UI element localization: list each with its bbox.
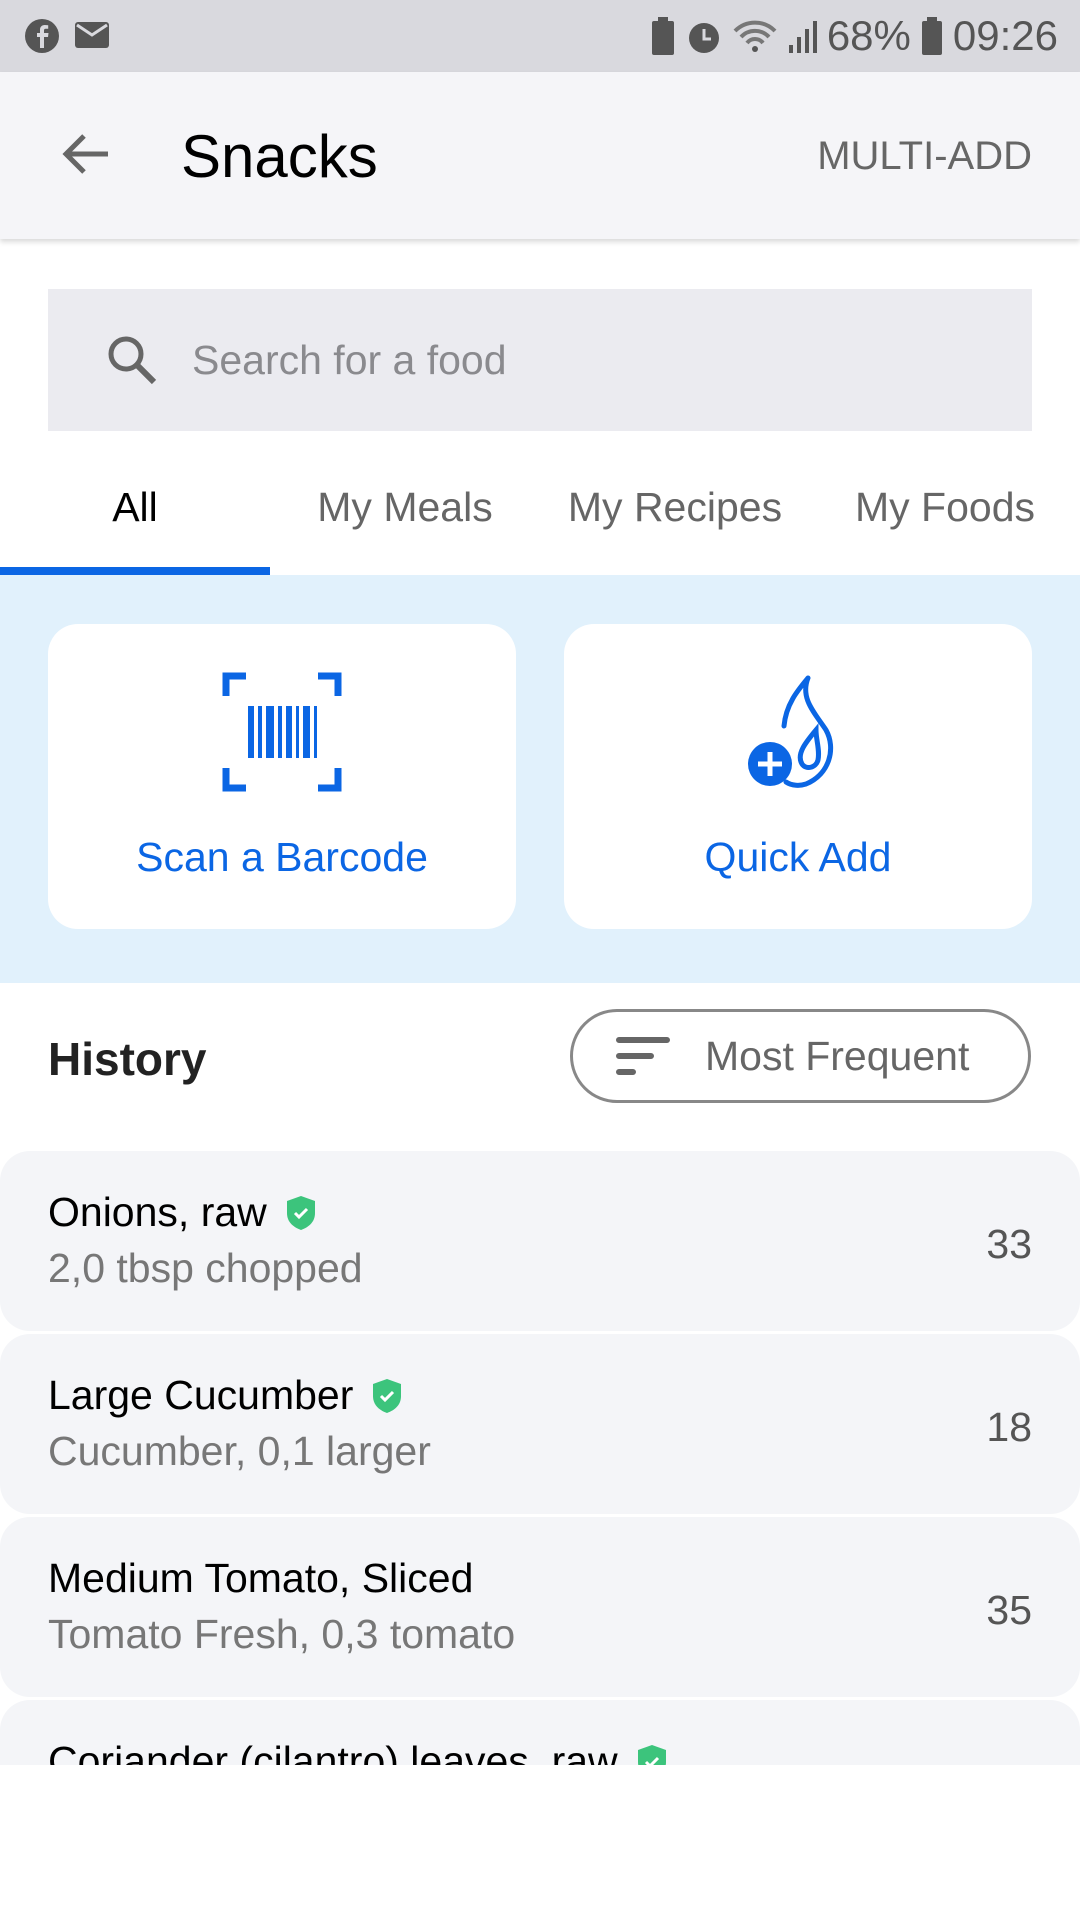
search-icon [108, 336, 157, 385]
food-calories: 33 [986, 1221, 1032, 1267]
scan-barcode-button[interactable]: Scan a Barcode [48, 624, 516, 929]
wifi-icon [733, 20, 777, 52]
quick-add-button[interactable]: Quick Add [564, 624, 1032, 929]
history-list: Onions, raw 2,0 tbsp chopped 33 Large Cu… [0, 1151, 1080, 1765]
verified-icon [637, 1744, 666, 1765]
sort-button[interactable]: Most Frequent [570, 1009, 1031, 1103]
verified-icon [286, 1195, 315, 1230]
back-arrow-icon[interactable] [56, 124, 116, 184]
signal-icon [788, 21, 817, 53]
food-name: Onions, raw [48, 1189, 267, 1235]
food-detail: Cucumber, 0,1 larger [48, 1428, 431, 1474]
battery-icon [921, 17, 942, 55]
barcode-scan-icon [222, 672, 342, 792]
tab-all[interactable]: All [0, 470, 270, 575]
multi-add-button[interactable]: MULTI-ADD [817, 134, 1032, 179]
sort-label: Most Frequent [705, 1032, 970, 1079]
search-input[interactable] [192, 336, 892, 384]
list-item[interactable]: Large Cucumber Cucumber, 0,1 larger 18 [0, 1334, 1080, 1514]
quick-add-label: Quick Add [704, 834, 892, 880]
food-calories: 18 [986, 1404, 1032, 1450]
alarm-icon [688, 23, 719, 53]
battery-percent: 68% [826, 12, 911, 59]
food-detail: Tomato Fresh, 0,3 tomato [48, 1611, 516, 1657]
page-title: Snacks [181, 123, 378, 190]
list-item[interactable]: Coriander (cilantro) leaves, raw [0, 1700, 1080, 1765]
mail-icon [75, 22, 109, 48]
tab-bar: All My Meals My Recipes My Foods [0, 470, 1080, 575]
food-calories: 35 [986, 1587, 1032, 1633]
status-bar: 68% 09:26 [0, 0, 1080, 72]
app-bar: Snacks MULTI-ADD [0, 72, 1080, 239]
tab-my-meals[interactable]: My Meals [270, 470, 540, 575]
tab-my-recipes[interactable]: My Recipes [540, 470, 810, 575]
food-name: Large Cucumber [48, 1372, 354, 1418]
list-item[interactable]: Onions, raw 2,0 tbsp chopped 33 [0, 1151, 1080, 1331]
food-name: Coriander (cilantro) leaves, raw [48, 1738, 618, 1765]
quick-actions: Scan a Barcode Quick Add [0, 575, 1080, 983]
list-item[interactable]: Medium Tomato, Sliced Tomato Fresh, 0,3 … [0, 1517, 1080, 1697]
clock: 09:26 [952, 12, 1058, 59]
verified-icon [373, 1378, 402, 1413]
tab-my-foods[interactable]: My Foods [810, 470, 1080, 575]
flame-plus-icon [748, 675, 834, 788]
sort-icon [616, 1037, 670, 1075]
battery-saver-icon [651, 17, 674, 55]
search-bar[interactable] [48, 289, 1032, 431]
food-detail: 2,0 tbsp chopped [48, 1245, 363, 1291]
facebook-icon [25, 19, 59, 53]
history-heading: History [48, 1033, 207, 1085]
food-name: Medium Tomato, Sliced [48, 1555, 474, 1601]
scan-barcode-label: Scan a Barcode [136, 834, 428, 880]
